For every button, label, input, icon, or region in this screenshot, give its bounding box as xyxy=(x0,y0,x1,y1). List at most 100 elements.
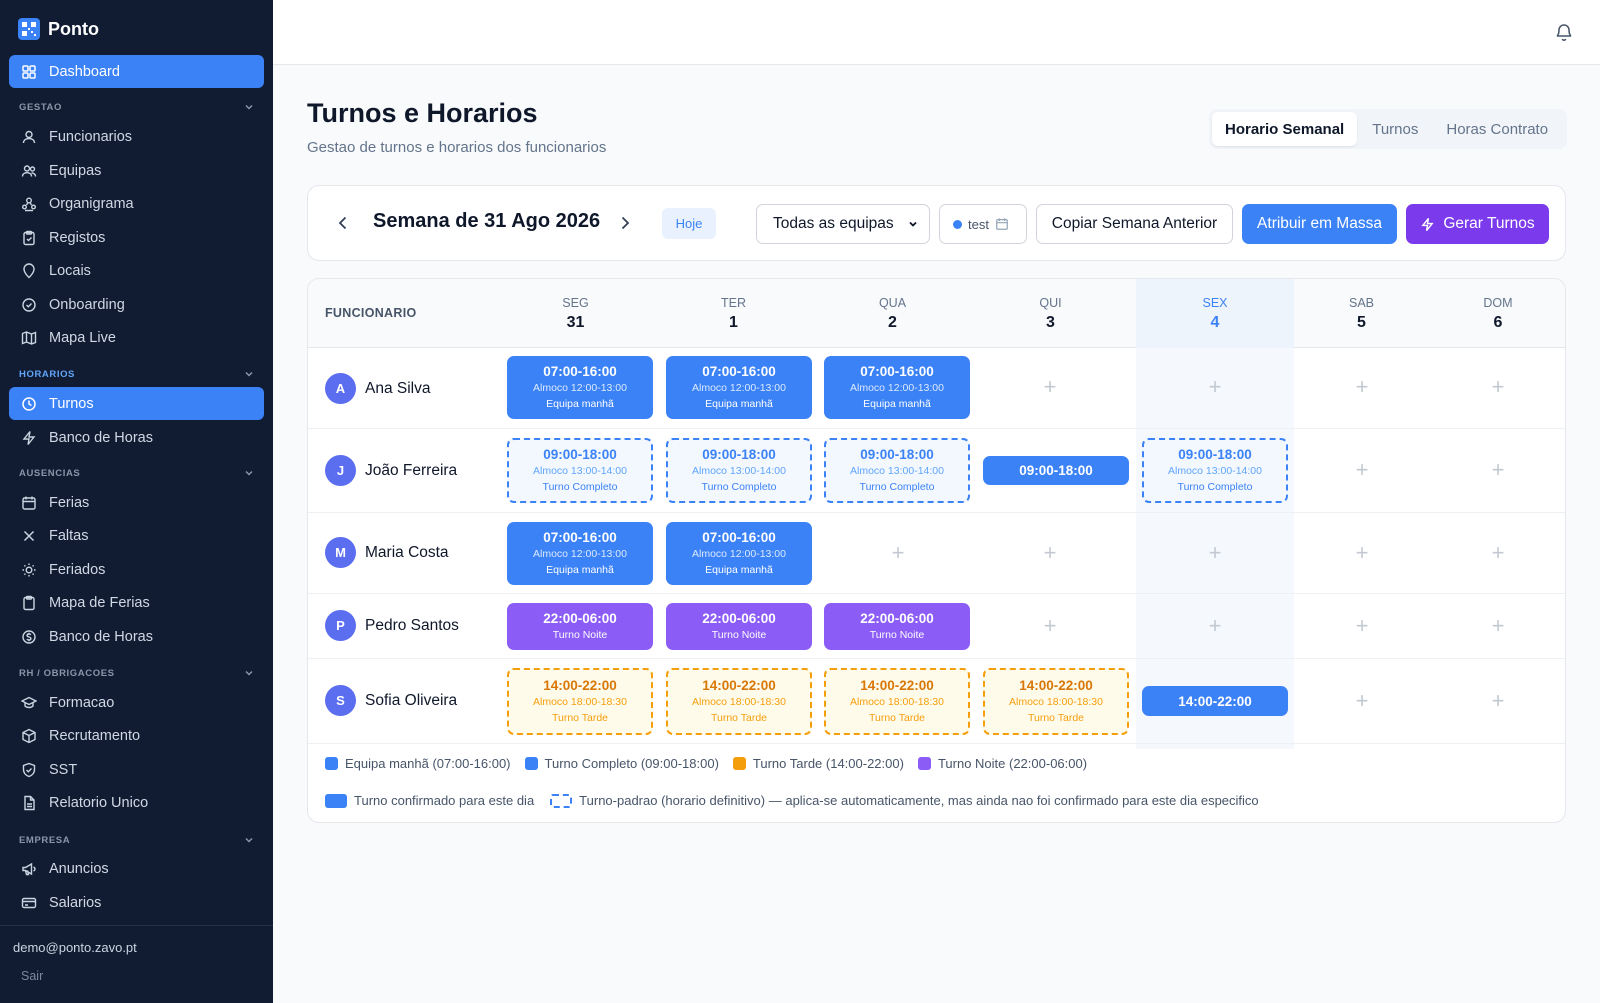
default-shift-block[interactable]: 09:00-18:00 Almoco 13:00-14:00 Turno Compl… xyxy=(507,438,653,503)
sidebar-item-faltas[interactable]: Faltas xyxy=(9,519,264,552)
add-shift-button[interactable]: + xyxy=(1205,613,1225,638)
add-shift-button[interactable]: + xyxy=(1488,457,1508,482)
sidebar-item-recrutamento[interactable]: Recrutamento xyxy=(9,719,264,752)
day-name: QUA xyxy=(878,295,907,310)
chevron-down-icon xyxy=(245,470,253,476)
sidebar-item-onboarding[interactable]: Onboarding xyxy=(9,288,264,321)
shift-block[interactable]: 22:00-06:00 Turno Noite xyxy=(824,603,970,650)
shift-block[interactable]: 07:00-16:00 Almoco 12:00-13:00 Equipa manh… xyxy=(666,356,812,419)
lightning-icon xyxy=(1421,217,1434,231)
section-empresa[interactable]: EMPRESA xyxy=(19,834,255,846)
add-shift-button[interactable]: + xyxy=(1488,374,1508,399)
chevron-right-icon[interactable] xyxy=(615,213,635,233)
sidebar-item-salarios[interactable]: Salarios xyxy=(9,886,264,919)
add-shift-button[interactable]: + xyxy=(1488,688,1508,713)
chevron-left-icon[interactable] xyxy=(333,213,353,233)
add-shift-button[interactable]: + xyxy=(1205,374,1225,399)
employee-cell[interactable]: P Pedro Santos xyxy=(325,610,459,641)
tab-turnos[interactable]: Turnos xyxy=(1359,112,1431,146)
sidebar-item-banco-de-horas[interactable]: Banco de Horas xyxy=(9,421,264,454)
shift-block[interactable]: 07:00-16:00 Almoco 12:00-13:00 Equipa manh… xyxy=(824,356,970,419)
sidebar-item-turnos[interactable]: Turnos xyxy=(9,387,264,420)
sidebar-item-locais[interactable]: Locais xyxy=(9,254,264,287)
section-ausencias[interactable]: AUSENCIAS xyxy=(19,467,255,479)
default-shift-block[interactable]: 14:00-22:00 Almoco 18:00-18:30 Turno Tarde xyxy=(824,668,970,735)
shift-block[interactable]: 22:00-06:00 Turno Noite xyxy=(507,603,653,650)
logout-link[interactable]: Sair xyxy=(21,969,43,983)
team-select[interactable]: Todas as equipas xyxy=(756,204,930,244)
add-shift-button[interactable]: + xyxy=(1352,540,1372,565)
generate-shifts-button[interactable]: Gerar Turnos xyxy=(1406,204,1549,244)
shift-block[interactable]: 22:00-06:00 Turno Noite xyxy=(666,603,812,650)
employee-cell[interactable]: S Sofia Oliveira xyxy=(325,685,457,716)
add-shift-button[interactable]: + xyxy=(1040,540,1060,565)
sidebar-item-dashboard[interactable]: Dashboard xyxy=(9,55,264,88)
shift-time: 07:00-16:00 xyxy=(860,364,934,379)
default-shift-block[interactable]: 14:00-22:00 Almoco 18:00-18:30 Turno Tarde xyxy=(507,668,653,735)
legend-swatch xyxy=(732,757,746,770)
add-shift-button[interactable]: + xyxy=(1352,374,1372,399)
sidebar-item-registos[interactable]: Registos xyxy=(9,221,264,254)
sidebar-item-formacao[interactable]: Formacao xyxy=(9,686,264,719)
sidebar-item-mapa-de-ferias[interactable]: Mapa de Ferias xyxy=(9,586,264,619)
add-shift-button[interactable]: + xyxy=(888,540,908,565)
section-gestao[interactable]: GESTAO xyxy=(19,101,255,113)
sidebar-item-mapa-live[interactable]: Mapa Live xyxy=(9,321,264,354)
legend-item: Turno-padrao (horario definitivo) — apli… xyxy=(550,793,1259,808)
default-shift-block[interactable]: 09:00-18:00 Almoco 13:00-14:00 Turno Compl… xyxy=(824,438,970,503)
add-shift-button[interactable]: + xyxy=(1205,540,1225,565)
org-chart-icon xyxy=(21,196,37,212)
shift-block[interactable]: 07:00-16:00 Almoco 12:00-13:00 Equipa manh… xyxy=(666,522,812,585)
shift-block[interactable]: 07:00-16:00 Almoco 12:00-13:00 Equipa manh… xyxy=(507,522,653,585)
legend-label: Turno Completo (09:00-18:00) xyxy=(544,756,719,771)
brand[interactable]: Ponto xyxy=(18,18,99,40)
sidebar-item-ferias[interactable]: Ferias xyxy=(9,486,264,519)
add-shift-button[interactable]: + xyxy=(1040,613,1060,638)
bell-icon[interactable] xyxy=(1554,22,1574,42)
sidebar-item-organigrama[interactable]: Organigrama xyxy=(9,187,264,220)
add-shift-button[interactable]: + xyxy=(1488,540,1508,565)
employee-cell[interactable]: A Ana Silva xyxy=(325,373,430,404)
sidebar-item-relatorio-unico[interactable]: Relatorio Unico xyxy=(9,786,264,819)
shift-block[interactable]: 07:00-16:00 Almoco 12:00-13:00 Equipa manh… xyxy=(507,356,653,419)
sidebar-item-feriados[interactable]: Feriados xyxy=(9,553,264,586)
sidebar-item-label: Recrutamento xyxy=(49,727,141,744)
shift-block[interactable]: 09:00-18:00 xyxy=(983,456,1129,485)
default-shift-block[interactable]: 09:00-18:00 Almoco 13:00-14:00 Turno Compl… xyxy=(1142,438,1288,503)
shift-block[interactable]: 14:00-22:00 xyxy=(1142,686,1288,716)
section-rh-obrigacoes[interactable]: RH / OBRIGACOES xyxy=(19,667,255,679)
bulk-assign-button[interactable]: Atribuir em Massa xyxy=(1242,204,1397,244)
employee-cell[interactable]: M Maria Costa xyxy=(325,537,449,568)
default-shift-block[interactable]: 14:00-22:00 Almoco 18:00-18:30 Turno Tarde xyxy=(983,668,1129,735)
default-shift-block[interactable]: 14:00-22:00 Almoco 18:00-18:30 Turno Tarde xyxy=(666,668,812,735)
employee-name: Sofia Oliveira xyxy=(365,691,458,709)
sidebar-item-funcionarios[interactable]: Funcionarios xyxy=(9,120,264,153)
sidebar-item-equipas[interactable]: Equipas xyxy=(9,154,264,187)
schedule-table: FUNCIONARIO SEG 31 TER 1 QUA 2 QUI 3 SEX 4 SA… xyxy=(307,278,1566,823)
add-shift-button[interactable]: + xyxy=(1352,613,1372,638)
tab-horas-contrato[interactable]: Horas Contrato xyxy=(1433,112,1561,146)
add-shift-button[interactable]: + xyxy=(1352,688,1372,713)
legend-item: Equipa manhã (07:00-16:00) xyxy=(325,756,511,771)
add-shift-button[interactable]: + xyxy=(1488,613,1508,638)
day-name: QUI xyxy=(1039,295,1062,310)
employee-name: João Ferreira xyxy=(365,461,458,479)
user-email: demo@ponto.zavo.pt xyxy=(13,940,137,955)
status-dot xyxy=(953,219,962,229)
add-shift-button[interactable]: + xyxy=(1352,457,1372,482)
sidebar-item-sst[interactable]: SST xyxy=(9,753,264,786)
today-button[interactable]: Hoje xyxy=(662,208,716,239)
add-shift-button[interactable]: + xyxy=(1040,374,1060,399)
sidebar-item-anuncios[interactable]: Anuncios xyxy=(9,852,264,885)
employee-cell[interactable]: J João Ferreira xyxy=(325,455,457,486)
tab-horario-semanal[interactable]: Horario Semanal xyxy=(1212,112,1358,146)
date-input[interactable]: test xyxy=(939,204,1027,244)
copy-previous-week-button[interactable]: Copiar Semana Anterior xyxy=(1036,204,1233,244)
shift-lunch: Almoco 13:00-14:00 xyxy=(533,465,627,477)
legend-label: Turno confirmado para este dia xyxy=(354,793,535,808)
sidebar-item-banco-de-horas-2[interactable]: Banco de Horas xyxy=(9,620,264,653)
shift-time: 09:00-18:00 xyxy=(1178,447,1252,462)
section-horarios[interactable]: HORARIOS xyxy=(19,368,255,380)
coin-icon xyxy=(21,629,37,645)
default-shift-block[interactable]: 09:00-18:00 Almoco 13:00-14:00 Turno Compl… xyxy=(666,438,812,503)
